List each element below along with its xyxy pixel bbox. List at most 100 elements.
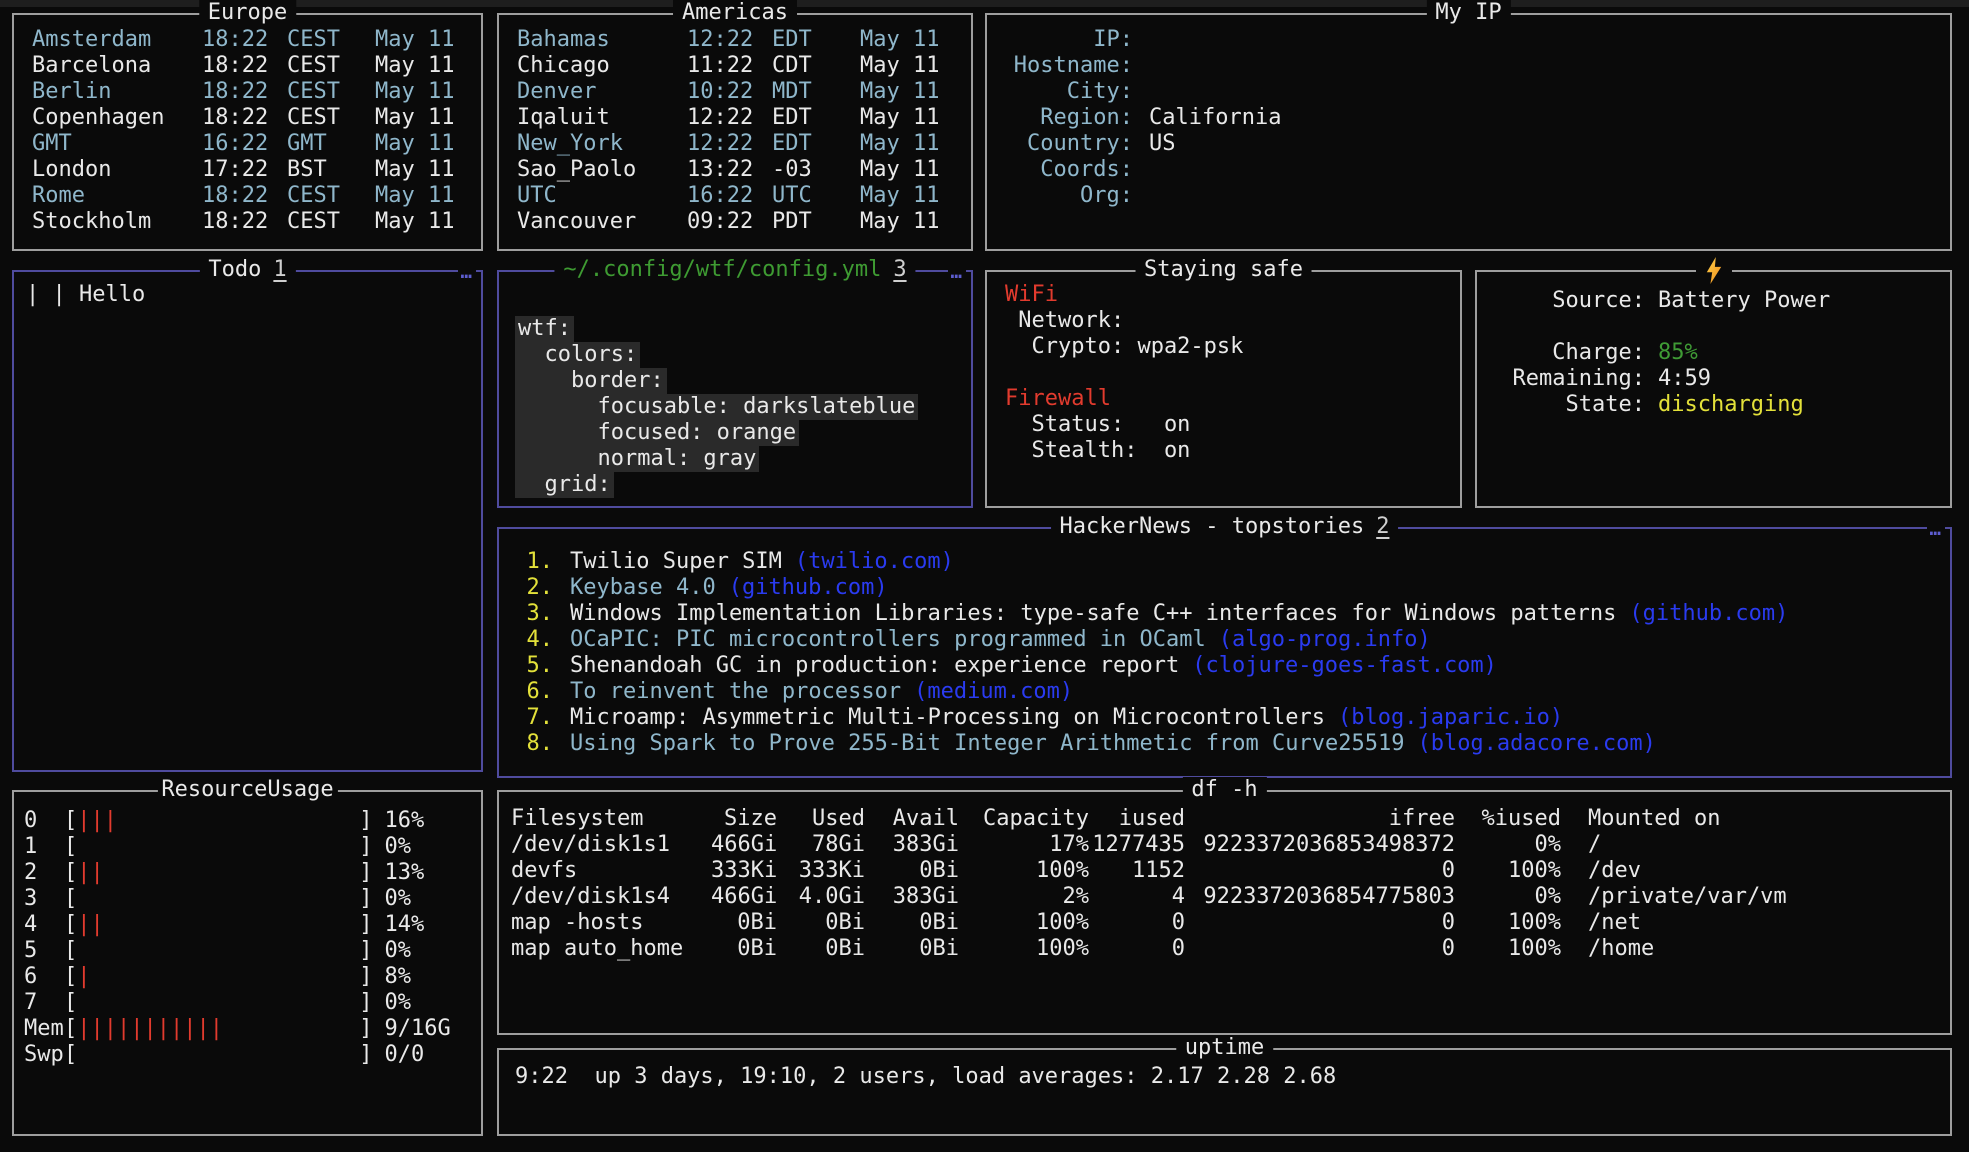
story-source-link[interactable]: (blog.japaric.io) — [1338, 705, 1563, 730]
clock-time: 18:22 — [202, 105, 287, 131]
clock-city: Barcelona — [32, 53, 202, 79]
panel-title — [1696, 257, 1732, 291]
story-title[interactable]: Keybase 4.0 — [570, 575, 716, 600]
resource-label: Swp — [24, 1042, 64, 1068]
clock-city: Stockholm — [32, 209, 202, 235]
ip-info-value: US — [1149, 131, 1950, 157]
battery-row: Remaining: 4:59 — [1495, 366, 1950, 392]
hackernews-panel[interactable]: HackerNews - topstories2 … 1. Twilio Sup… — [497, 527, 1952, 778]
clocks-americas-panel: Americas Bahamas 12:22 EDT May 11 Chicag… — [497, 13, 973, 251]
story-row[interactable]: 2. Keybase 4.0(github.com) — [509, 575, 1950, 601]
clock-date: May 11 — [860, 27, 971, 53]
story-source-link[interactable]: (github.com) — [1629, 601, 1788, 626]
story-row[interactable]: 7. Microamp: Asymmetric Multi-Processing… — [509, 705, 1950, 731]
battery-value: Battery Power — [1658, 288, 1950, 314]
cell-filesystem: /dev/disk1s4 — [511, 884, 711, 910]
story-source-link[interactable]: (twilio.com) — [795, 549, 954, 574]
cell-mounted-on: /net — [1561, 910, 1950, 936]
story-row[interactable]: 8. Using Spark to Prove 255-Bit Integer … — [509, 731, 1950, 757]
story-title[interactable]: To reinvent the processor — [570, 679, 901, 704]
story-list: 1. Twilio Super SIM(twilio.com) 2. Keyba… — [499, 529, 1950, 757]
story-source-link[interactable]: (medium.com) — [914, 679, 1073, 704]
cell-ifree: 0 — [1185, 858, 1455, 884]
clock-timezone: EDT — [772, 105, 860, 131]
security-line: Firewall — [1005, 386, 1460, 412]
ip-info-label: Hostname: — [1005, 53, 1133, 79]
resource-bar: || — [77, 860, 359, 886]
config-code-line: normal: gray — [515, 446, 759, 472]
col-filesystem: Filesystem — [511, 806, 711, 832]
story-title[interactable]: Windows Implementation Libraries: type-s… — [570, 601, 1616, 626]
resource-bar — [77, 834, 359, 860]
cell-percent-iused: 0% — [1455, 884, 1561, 910]
story-row[interactable]: 4. OCaPIC: PIC microcontrollers programm… — [509, 627, 1950, 653]
story-source-link[interactable]: (clojure-goes-fast.com) — [1192, 653, 1497, 678]
battery-row: State: discharging — [1495, 392, 1950, 418]
story-row[interactable]: 1. Twilio Super SIM(twilio.com) — [509, 549, 1950, 575]
resource-value: 0% — [385, 834, 412, 860]
panel-title-text: Americas — [682, 0, 788, 25]
story-source-link[interactable]: (github.com) — [729, 575, 888, 600]
clock-timezone: CEST — [287, 79, 375, 105]
panel-title: df -h — [1182, 777, 1266, 803]
resource-value: 9/16G — [385, 1016, 451, 1042]
ip-info-label: Country: — [1005, 131, 1133, 157]
resource-label: 6 — [24, 964, 64, 990]
resource-value: 0% — [385, 938, 412, 964]
story-title[interactable]: Using Spark to Prove 255-Bit Integer Ari… — [570, 731, 1404, 756]
bar-close-bracket: ] — [359, 964, 372, 990]
clock-timezone: -03 — [772, 157, 860, 183]
cell-avail: 383Gi — [865, 832, 959, 858]
config-code-line: focused: orange — [515, 420, 799, 446]
clock-timezone: EDT — [772, 131, 860, 157]
resource-value: 14% — [385, 912, 425, 938]
panel-title-text: My IP — [1435, 0, 1501, 25]
bar-open-bracket: [ — [64, 912, 77, 938]
clock-time: 13:22 — [687, 157, 772, 183]
clock-city: Chicago — [517, 53, 687, 79]
story-source-link[interactable]: (blog.adacore.com) — [1417, 731, 1655, 756]
ip-info-label: IP: — [1005, 27, 1133, 53]
cell-mounted-on: / — [1561, 832, 1950, 858]
ip-info-value — [1149, 27, 1950, 53]
story-row[interactable]: 6. To reinvent the processor(medium.com) — [509, 679, 1950, 705]
story-row[interactable]: 3. Windows Implementation Libraries: typ… — [509, 601, 1950, 627]
col-size: Size — [711, 806, 777, 832]
todo-panel[interactable]: Todo1 … | | Hello — [12, 270, 483, 772]
cell-ifree: 9223372036854775803 — [1185, 884, 1455, 910]
resource-label: 1 — [24, 834, 64, 860]
bar-close-bracket: ] — [359, 834, 372, 860]
ip-info-value — [1149, 53, 1950, 79]
security-line: Network: — [1005, 308, 1460, 334]
cell-avail: 383Gi — [865, 884, 959, 910]
ip-info-label: City: — [1005, 79, 1133, 105]
story-text: Twilio Super SIM (twilio.com) — [570, 549, 1950, 575]
security-info: WiFi Network: Crypto: wpa2-psk Firewall … — [987, 272, 1460, 464]
story-title[interactable]: Microamp: Asymmetric Multi-Processing on… — [570, 705, 1325, 730]
battery-label: Remaining: — [1495, 366, 1645, 392]
story-row[interactable]: 5. Shenandoah GC in production: experien… — [509, 653, 1950, 679]
clock-timezone: MDT — [772, 79, 860, 105]
clock-list: Bahamas 12:22 EDT May 11 Chicago 11:22 C… — [499, 15, 971, 235]
bar-close-bracket: ] — [359, 886, 372, 912]
ip-info-row: IP: — [1005, 27, 1950, 53]
clock-city: Vancouver — [517, 209, 687, 235]
clock-timezone: CDT — [772, 53, 860, 79]
cell-filesystem: /dev/disk1s1 — [511, 832, 711, 858]
panel-title-text: ResourceUsage — [161, 777, 333, 802]
story-title[interactable]: Twilio Super SIM — [570, 549, 782, 574]
ip-info-value — [1149, 183, 1950, 209]
cell-capacity: 100% — [959, 910, 1089, 936]
config-file-panel[interactable]: ~/.config/wtf/config.yml3 … wtf: colors:… — [497, 270, 973, 508]
clock-row: Iqaluit 12:22 EDT May 11 — [517, 105, 971, 131]
story-title[interactable]: Shenandoah GC in production: experience … — [570, 653, 1179, 678]
bar-open-bracket: [ — [64, 1016, 77, 1042]
resource-value: 8% — [385, 964, 412, 990]
bar-close-bracket: ] — [359, 1016, 372, 1042]
story-rank: 4. — [509, 627, 553, 653]
clock-city: Amsterdam — [32, 27, 202, 53]
clock-date: May 11 — [375, 79, 481, 105]
story-source-link[interactable]: (algo-prog.info) — [1219, 627, 1431, 652]
todo-item[interactable]: | | Hello — [26, 282, 481, 308]
story-title[interactable]: OCaPIC: PIC microcontrollers programmed … — [570, 627, 1206, 652]
